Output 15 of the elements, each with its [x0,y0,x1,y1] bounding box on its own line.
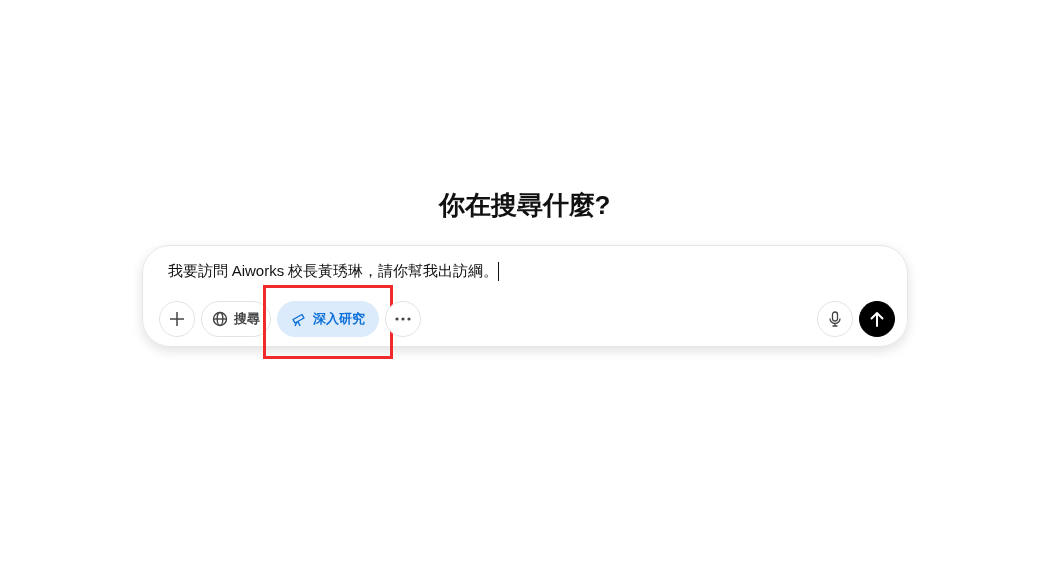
page-heading: 你在搜尋什麼? [438,189,611,222]
plus-icon [168,311,185,327]
arrow-up-icon [869,311,884,327]
text-cursor [498,262,500,281]
send-button[interactable] [858,301,895,337]
telescope-icon [290,311,307,327]
microphone-button[interactable] [816,301,853,337]
search-button[interactable]: 搜尋 [200,301,271,337]
deep-research-button[interactable]: 深入研究 [276,301,379,337]
prompt-input[interactable]: 我要訪問 Aiworks 校長黃琇琳，請你幫我出訪綱。 [167,262,499,281]
microphone-icon [828,311,841,327]
more-button[interactable] [384,301,421,337]
globe-icon [211,311,228,327]
add-button[interactable] [158,301,195,337]
more-icon [394,317,411,321]
